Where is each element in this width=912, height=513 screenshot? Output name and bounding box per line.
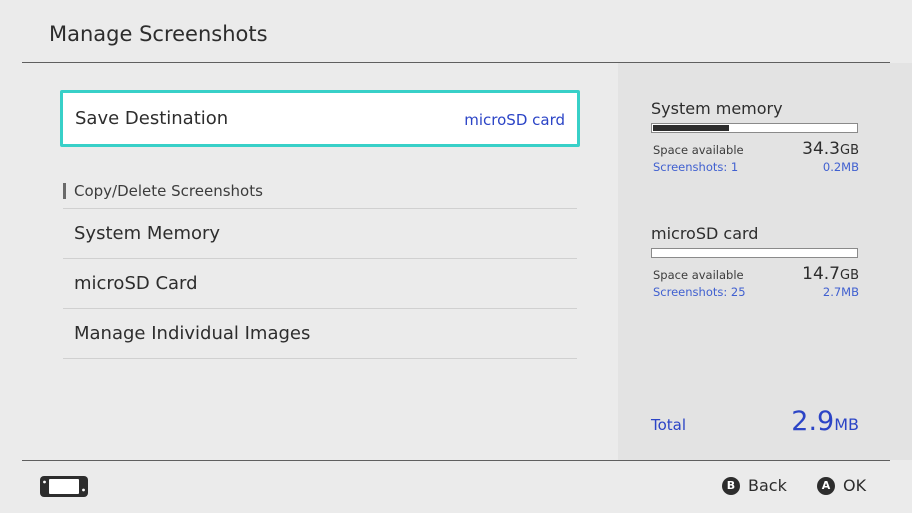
section-marker: [63, 183, 66, 199]
list-item-microsd-card[interactable]: microSD Card: [63, 259, 577, 308]
space-available-label: Space available: [653, 268, 744, 282]
screenshots-size: 0.2MB: [822, 160, 859, 174]
screenshots-count: Screenshots: 25: [653, 285, 746, 299]
ok-label: OK: [843, 476, 867, 495]
section-title: Copy/Delete Screenshots: [74, 182, 263, 200]
page-title: Manage Screenshots: [49, 22, 268, 46]
save-destination-value: microSD card: [464, 111, 565, 129]
storage-title: System memory: [651, 99, 783, 118]
total-label: Total: [651, 416, 687, 434]
handheld-console-icon: [39, 475, 89, 502]
total-value: 2.9MB: [791, 406, 859, 437]
total-size: Total 2.9MB: [651, 406, 859, 437]
copy-delete-section-header: Copy/Delete Screenshots: [63, 182, 263, 200]
list-item-label: Manage Individual Images: [74, 323, 311, 344]
storage-usage-bar: [651, 248, 858, 258]
list-item-label: microSD Card: [74, 273, 198, 294]
storage-title: microSD card: [651, 224, 759, 243]
ok-button[interactable]: A OK: [817, 476, 866, 495]
screenshots-size: 2.7MB: [822, 285, 859, 299]
list-item-system-memory[interactable]: System Memory: [63, 209, 577, 258]
space-available-value: 34.3GB: [802, 139, 859, 159]
save-destination-option[interactable]: Save Destination microSD card: [60, 90, 580, 147]
list-item-manage-individual-images[interactable]: Manage Individual Images: [63, 309, 577, 358]
screenshots-count: Screenshots: 1: [653, 160, 739, 174]
space-available-label: Space available: [653, 143, 744, 157]
save-destination-label: Save Destination: [75, 108, 229, 129]
copy-delete-list: System Memory microSD Card Manage Indivi…: [63, 208, 577, 359]
microsd-storage: microSD card Space available 14.7GB Scre…: [651, 224, 861, 299]
storage-usage-fill: [653, 125, 729, 131]
back-button[interactable]: B Back: [722, 476, 787, 495]
storage-usage-bar: [651, 123, 858, 133]
system-memory-storage: System memory Space available 34.3GB Scr…: [651, 99, 861, 174]
b-button-icon: B: [722, 476, 740, 495]
a-button-icon: A: [817, 476, 835, 495]
footer-divider: [22, 460, 890, 461]
back-label: Back: [748, 476, 787, 495]
list-item-label: System Memory: [74, 223, 221, 244]
space-available-value: 14.7GB: [802, 264, 859, 284]
